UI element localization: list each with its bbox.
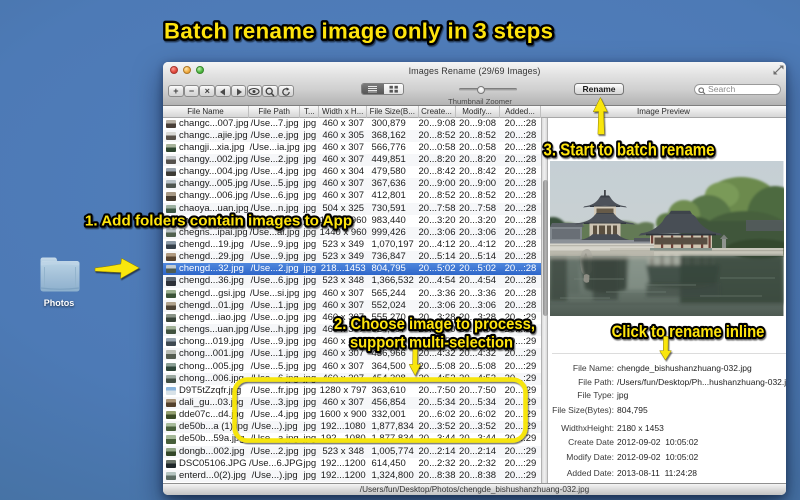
svg-text:Batch rename image only in 3 s: Batch rename image only in 3 steps — [164, 19, 553, 44]
svg-text:3. Start to batch rename: 3. Start to batch rename — [544, 141, 715, 160]
svg-text:Click to rename inline: Click to rename inline — [612, 323, 765, 341]
svg-text:1. Add folders contain images: 1. Add folders contain images to App — [85, 213, 352, 230]
svg-text:support multi-selection: support multi-selection — [350, 334, 513, 351]
svg-text:2. Choose image to process,: 2. Choose image to process, — [334, 315, 535, 333]
